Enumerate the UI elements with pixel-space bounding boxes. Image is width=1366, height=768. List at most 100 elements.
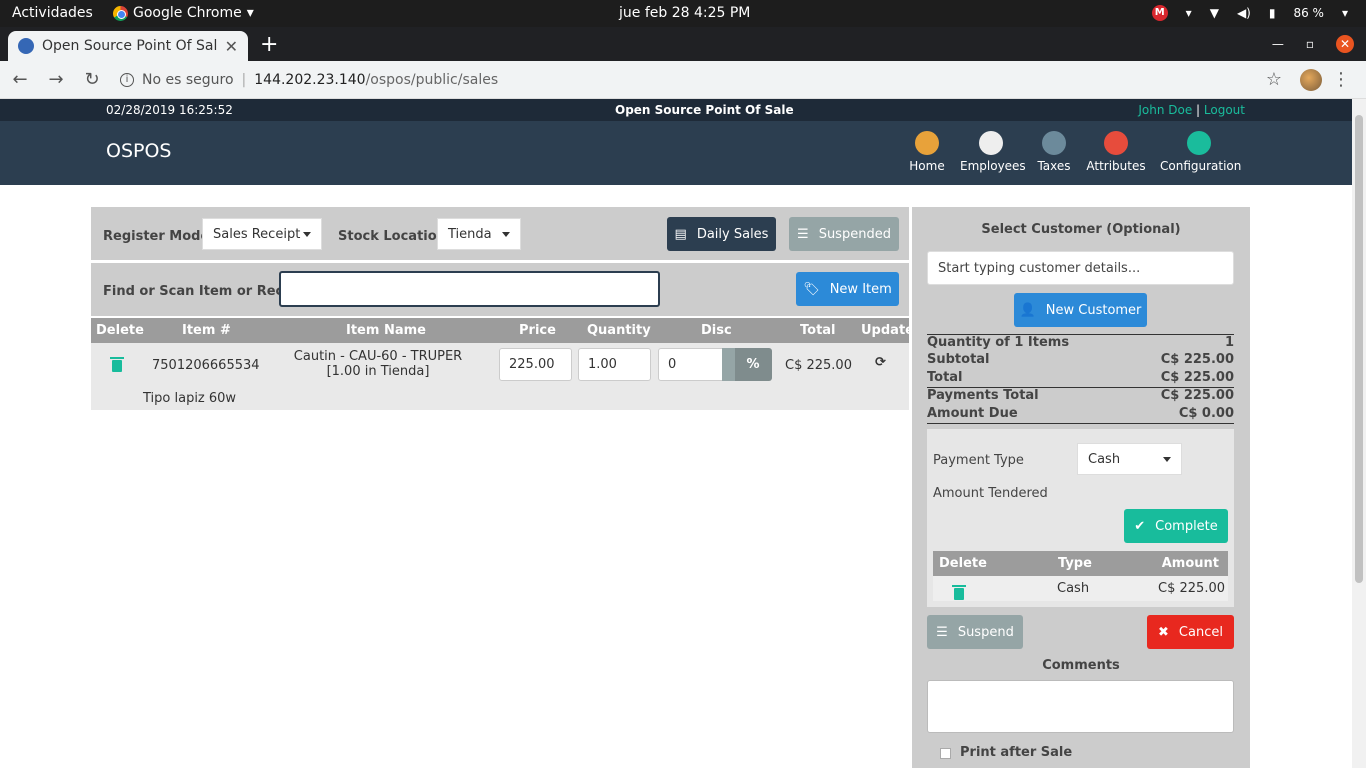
profile-avatar[interactable] (1300, 69, 1322, 91)
column-header: Type (1058, 556, 1092, 571)
close-window-icon[interactable]: ✕ (1336, 35, 1354, 53)
browser-tab[interactable]: Open Source Point Of Sale ✕ (8, 31, 248, 61)
new-tab-button[interactable]: + (260, 32, 278, 57)
nav-label: Home (909, 159, 945, 173)
stock-location-select[interactable]: Tienda (437, 218, 521, 250)
cancel-button[interactable]: ✖ Cancel (1147, 615, 1234, 649)
clock[interactable]: jue feb 28 4:25 PM (619, 5, 750, 21)
select-customer-title: Select Customer (Optional) (981, 222, 1181, 237)
separator: | (241, 72, 247, 88)
totals-row: Quantity of 1 Items 1 (927, 334, 1234, 352)
forward-icon[interactable]: → (40, 69, 72, 90)
item-search-input[interactable] (279, 271, 660, 307)
column-header: Update (861, 323, 914, 338)
nav-configuration[interactable]: Configuration (1160, 131, 1241, 173)
close-tab-icon[interactable]: ✕ (225, 37, 238, 56)
menu-kebab-icon[interactable]: ⋮ (1332, 69, 1350, 90)
current-datetime: 02/28/2019 16:25:52 (106, 103, 233, 117)
daily-sales-button[interactable]: ▤ Daily Sales (667, 217, 776, 251)
minimize-icon[interactable]: — (1272, 37, 1284, 51)
price-input[interactable]: 225.00 (499, 348, 572, 381)
logout-link[interactable]: Logout (1204, 103, 1245, 117)
user-links: John Doe | Logout (1138, 103, 1245, 117)
comments-textarea[interactable] (927, 680, 1234, 733)
total-label: Total (927, 370, 963, 385)
nav-label: Taxes (1037, 159, 1071, 173)
nav-home[interactable]: Home (908, 131, 946, 173)
info-icon[interactable]: i (120, 73, 134, 87)
new-item-button[interactable]: 🏷 New Item (796, 272, 899, 306)
attributes-icon (1104, 131, 1128, 155)
print-after-sale-checkbox[interactable] (940, 748, 951, 759)
brand-logo[interactable]: OSPOS (106, 140, 172, 162)
table-row: Cash C$ 225.00 (933, 576, 1228, 601)
bookmark-star-icon[interactable]: ☆ (1266, 69, 1282, 90)
amount-due-label: Amount Due (927, 406, 1018, 421)
complete-button[interactable]: ✔ Complete (1124, 509, 1228, 543)
app-menu[interactable]: Google Chrome ▾ (113, 5, 254, 21)
suspend-button[interactable]: ☰ Suspend (927, 615, 1023, 649)
maximize-icon[interactable]: ▫ (1306, 37, 1314, 51)
discount-type-toggle[interactable]: % (722, 348, 772, 381)
list-icon: ☰ (797, 226, 809, 242)
security-label: No es seguro (142, 72, 234, 88)
stock-location-label: Stock Location (338, 229, 446, 244)
delete-item-button[interactable] (110, 357, 124, 376)
totals-row: Subtotal C$ 225.00 (927, 352, 1234, 370)
total-value: C$ 225.00 (1160, 370, 1234, 385)
quantity-input[interactable]: 1.00 (578, 348, 651, 381)
totals-row: Payments Total C$ 225.00 (927, 388, 1234, 406)
url-field[interactable]: i No es seguro | 144.202.23.140 /ospos/p… (112, 66, 1292, 94)
complete-label: Complete (1155, 518, 1218, 534)
register-controls: Register Mode Sales Receipt Stock Locati… (91, 207, 909, 260)
payment-row-amount: C$ 225.00 (1158, 581, 1225, 596)
column-header: Delete (939, 556, 987, 571)
nav-employees[interactable]: Employees (960, 131, 1026, 173)
app-title: Open Source Point Of Sale (615, 103, 794, 117)
wifi-icon: ▼ (1209, 6, 1219, 20)
customer-search-input[interactable]: Start typing customer details... (927, 251, 1234, 285)
address-bar: ← → ↻ i No es seguro | 144.202.23.140 /o… (0, 61, 1366, 99)
tag-icon: 🏷 (803, 281, 820, 297)
sale-summary-panel: Select Customer (Optional) Start typing … (912, 207, 1250, 768)
payment-type-select[interactable]: Cash (1077, 443, 1182, 475)
taxes-icon (1042, 131, 1066, 155)
column-header: Price (519, 323, 556, 338)
payment-row-type: Cash (1057, 581, 1090, 596)
item-stock-text: [1.00 in Tienda] (326, 364, 430, 379)
column-header: Amount (1161, 556, 1219, 571)
subtotal-value: C$ 225.00 (1160, 352, 1234, 367)
activities-button[interactable]: Actividades (12, 5, 93, 21)
nav-attributes[interactable]: Attributes (1086, 131, 1146, 173)
trash-icon (952, 585, 966, 600)
configuration-icon (1187, 131, 1211, 155)
comments-label: Comments (1042, 658, 1120, 673)
tab-strip: Open Source Point Of Sale ✕ + — ▫ ✕ (0, 27, 1366, 61)
user-icon: 👤 (1019, 302, 1036, 318)
reload-icon[interactable]: ↻ (76, 69, 108, 90)
chevron-down-icon[interactable]: ▾ (1186, 6, 1192, 20)
discount-input[interactable]: 0 (658, 348, 724, 381)
amount-tendered-label: Amount Tendered (933, 486, 1048, 501)
new-customer-button[interactable]: 👤 New Customer (1014, 293, 1147, 327)
suspended-button[interactable]: ☰ Suspended (789, 217, 899, 251)
scrollbar-thumb[interactable] (1355, 115, 1363, 583)
mega-icon[interactable]: M (1151, 5, 1168, 21)
page-scrollbar[interactable] (1352, 99, 1366, 768)
payments-table-header: Delete Type Amount (933, 551, 1228, 576)
system-tray[interactable]: M ▾ ▼ ◀) ▮ 86 % ▾ (1151, 5, 1348, 21)
register-mode-value: Sales Receipt (213, 227, 301, 242)
list-icon: ▤ (674, 226, 687, 242)
totals-row: Amount Due C$ 0.00 (927, 406, 1234, 424)
register-mode-select[interactable]: Sales Receipt (202, 218, 322, 250)
back-icon[interactable]: ← (4, 69, 36, 90)
nav-taxes[interactable]: Taxes (1036, 131, 1072, 173)
table-row: 7501206665534 Cautin - CAU-60 - TRUPER [… (91, 343, 909, 410)
nav-label: Employees (960, 159, 1026, 173)
refresh-icon[interactable]: ⟳ (875, 355, 886, 370)
user-name-link[interactable]: John Doe (1138, 103, 1192, 117)
chevron-down-icon[interactable]: ▾ (1342, 6, 1348, 20)
qty-value: 1 (1224, 335, 1234, 350)
new-item-label: New Item (829, 281, 892, 297)
chevron-down-icon (1163, 457, 1171, 462)
